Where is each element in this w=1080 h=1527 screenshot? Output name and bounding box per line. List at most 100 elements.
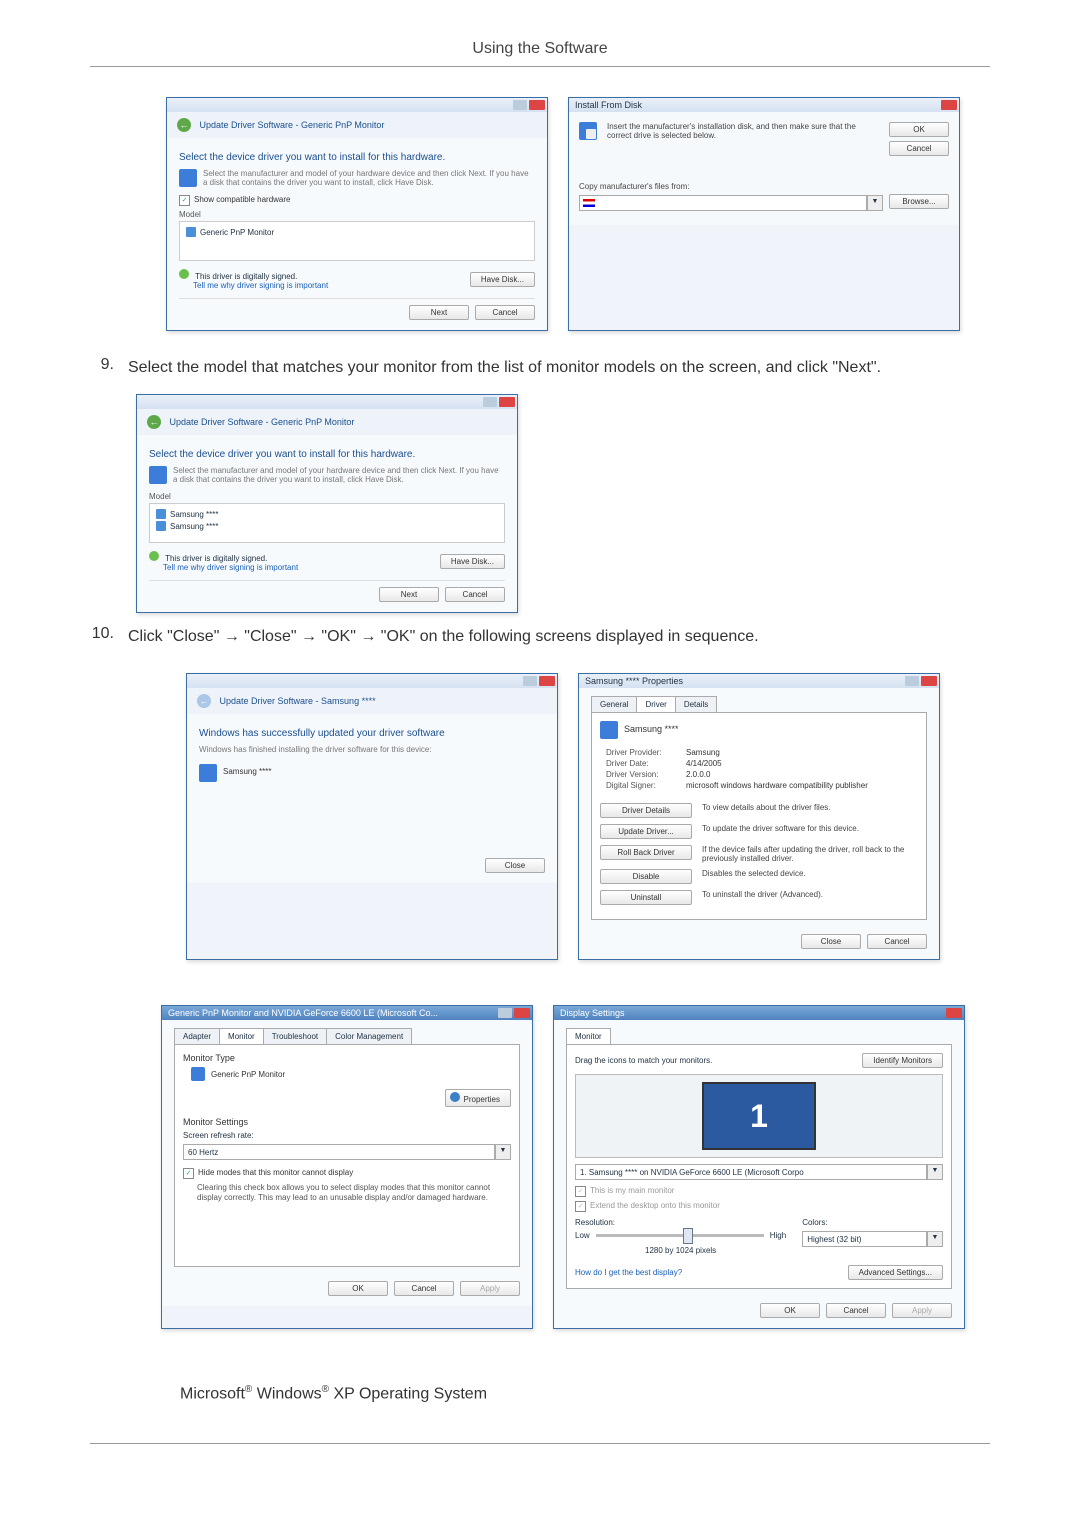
screenshot-step10: ← Update Driver Software - Samsung **** … (136, 663, 990, 1354)
minimize-icon[interactable] (483, 397, 497, 407)
minimize-icon[interactable] (905, 676, 919, 686)
browse-button[interactable]: Browse... (889, 194, 949, 209)
dropdown-arrow-icon[interactable]: ▼ (927, 1231, 943, 1247)
properties-button[interactable]: Properties (445, 1089, 511, 1107)
hide-modes-checkbox[interactable]: ✓ Hide modes that this monitor cannot di… (183, 1168, 511, 1179)
monitor-thumbnail[interactable]: 1 (702, 1082, 816, 1150)
display-select[interactable]: 1. Samsung **** on NVIDIA GeForce 6600 L… (575, 1164, 927, 1180)
signing-info-link[interactable]: Tell me why driver signing is important (193, 281, 328, 290)
kv-key: Digital Signer: (606, 781, 686, 790)
back-icon[interactable]: ← (177, 118, 191, 132)
ok-button[interactable]: OK (889, 122, 949, 137)
apply-button[interactable]: Apply (892, 1303, 952, 1318)
screenshot-step9: ← Update Driver Software - Generic PnP M… (136, 394, 990, 613)
driver-properties-window: Samsung **** Properties General Driver D… (578, 673, 940, 960)
rollback-button[interactable]: Roll Back Driver (600, 845, 692, 860)
step-text: Select the model that matches your monit… (128, 356, 990, 380)
colors-select[interactable]: Highest (32 bit) (802, 1231, 927, 1247)
refresh-rate-select[interactable]: 60 Hertz (183, 1144, 495, 1160)
minimize-icon[interactable] (513, 100, 527, 110)
slider-thumb-icon[interactable] (683, 1228, 693, 1244)
driver-details-button[interactable]: Driver Details (600, 803, 692, 818)
tab-adapter[interactable]: Adapter (174, 1028, 220, 1044)
btn-desc: To uninstall the driver (Advanced). (702, 890, 918, 899)
dropdown-arrow-icon[interactable]: ▼ (495, 1144, 511, 1160)
device-name: Samsung **** (624, 721, 679, 734)
tab-colormgmt[interactable]: Color Management (326, 1028, 412, 1044)
cancel-button[interactable]: Cancel (394, 1281, 454, 1296)
close-button[interactable]: Close (485, 858, 545, 873)
close-icon[interactable] (499, 397, 515, 407)
have-disk-button[interactable]: Have Disk... (470, 272, 535, 287)
dropdown-arrow-icon[interactable]: ▼ (927, 1164, 943, 1180)
resolution-value: 1280 by 1024 pixels (575, 1246, 786, 1255)
next-button[interactable]: Next (409, 305, 469, 320)
best-display-link[interactable]: How do I get the best display? (575, 1268, 682, 1277)
refresh-rate-label: Screen refresh rate: (183, 1131, 511, 1140)
back-icon: ← (197, 694, 211, 708)
tab-general[interactable]: General (591, 696, 637, 712)
tab-troubleshoot[interactable]: Troubleshoot (263, 1028, 327, 1044)
cancel-button[interactable]: Cancel (475, 305, 535, 320)
dropdown-arrow-icon[interactable]: ▼ (867, 195, 883, 211)
apply-button[interactable]: Apply (460, 1281, 520, 1296)
extend-desktop-checkbox: ✓Extend the desktop onto this monitor (575, 1201, 943, 1212)
uninstall-button[interactable]: Uninstall (600, 890, 692, 905)
btn-desc: To update the driver software for this d… (702, 824, 918, 833)
close-icon[interactable] (529, 100, 545, 110)
btn-desc: Disables the selected device. (702, 869, 918, 878)
identify-monitors-button[interactable]: Identify Monitors (862, 1053, 943, 1068)
cancel-button[interactable]: Cancel (867, 934, 927, 949)
list-item[interactable]: Samsung **** (156, 520, 498, 532)
close-icon[interactable] (946, 1008, 962, 1018)
copy-from-input[interactable] (579, 195, 867, 211)
drag-icons-label: Drag the icons to match your monitors. (575, 1056, 712, 1065)
model-list[interactable]: Samsung **** Samsung **** (149, 503, 505, 543)
back-icon[interactable]: ← (147, 415, 161, 429)
close-icon[interactable] (921, 676, 937, 686)
tab-driver[interactable]: Driver (636, 696, 675, 712)
model-list[interactable]: Generic PnP Monitor (179, 221, 535, 261)
tab-monitor[interactable]: Monitor (219, 1028, 264, 1044)
tab-monitor[interactable]: Monitor (566, 1028, 611, 1044)
close-icon[interactable] (514, 1008, 530, 1018)
breadcrumb-text: Update Driver Software - Generic PnP Mon… (170, 417, 355, 427)
install-from-disk-window: Install From Disk Insert the manufacture… (568, 97, 960, 331)
window-title: Install From Disk (575, 100, 642, 110)
close-icon[interactable] (539, 676, 555, 686)
list-item[interactable]: Samsung **** (156, 508, 498, 520)
monitor-icon (191, 1067, 205, 1081)
ok-button[interactable]: OK (328, 1281, 388, 1296)
cancel-button[interactable]: Cancel (445, 587, 505, 602)
next-button[interactable]: Next (379, 587, 439, 602)
minimize-icon[interactable] (523, 676, 537, 686)
close-button[interactable]: Close (801, 934, 861, 949)
show-compat-checkbox[interactable]: ✓ Show compatible hardware (179, 195, 535, 206)
disable-button[interactable]: Disable (600, 869, 692, 884)
update-driver-window-2: ← Update Driver Software - Generic PnP M… (136, 394, 518, 613)
device-icon (600, 721, 618, 739)
resolution-slider[interactable] (596, 1234, 764, 1237)
reg-mark: ® (322, 1384, 329, 1395)
model-name: Samsung **** (170, 522, 218, 531)
have-disk-button[interactable]: Have Disk... (440, 554, 505, 569)
update-driver-button[interactable]: Update Driver... (600, 824, 692, 839)
monitor-preview[interactable]: 1 (575, 1074, 943, 1158)
signed-label: This driver is digitally signed. (195, 272, 297, 281)
close-icon[interactable] (941, 100, 957, 110)
cancel-button[interactable]: Cancel (826, 1303, 886, 1318)
screenshot-row-1: ← Update Driver Software - Generic PnP M… (136, 97, 990, 331)
dialog-title: Select the device driver you want to ins… (149, 449, 505, 460)
shield-icon (149, 551, 159, 561)
minimize-icon[interactable] (498, 1008, 512, 1018)
list-item[interactable]: Generic PnP Monitor (186, 226, 528, 238)
signing-info-link[interactable]: Tell me why driver signing is important (163, 563, 298, 572)
kv-val: microsoft windows hardware compatibility… (686, 781, 918, 790)
breadcrumb-text: Update Driver Software - Samsung **** (220, 696, 376, 706)
ok-button[interactable]: OK (760, 1303, 820, 1318)
tab-details[interactable]: Details (675, 696, 717, 712)
device-name: Samsung **** (223, 764, 271, 776)
cancel-button[interactable]: Cancel (889, 141, 949, 156)
footer-text: Windows (252, 1385, 321, 1402)
advanced-settings-button[interactable]: Advanced Settings... (848, 1265, 943, 1280)
